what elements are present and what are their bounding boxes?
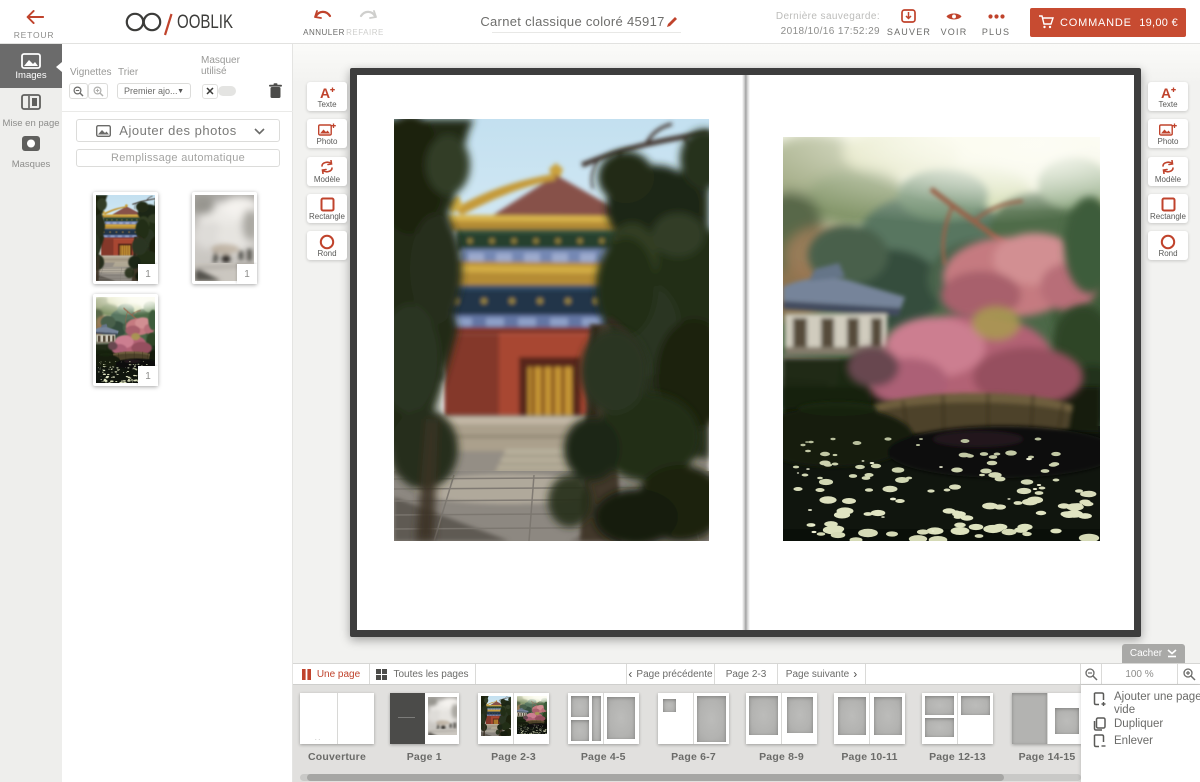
svg-text:A: A <box>1161 85 1171 99</box>
svg-text:A: A <box>320 85 330 99</box>
svg-text:OOBLIK: OOBLIK <box>177 12 233 33</box>
